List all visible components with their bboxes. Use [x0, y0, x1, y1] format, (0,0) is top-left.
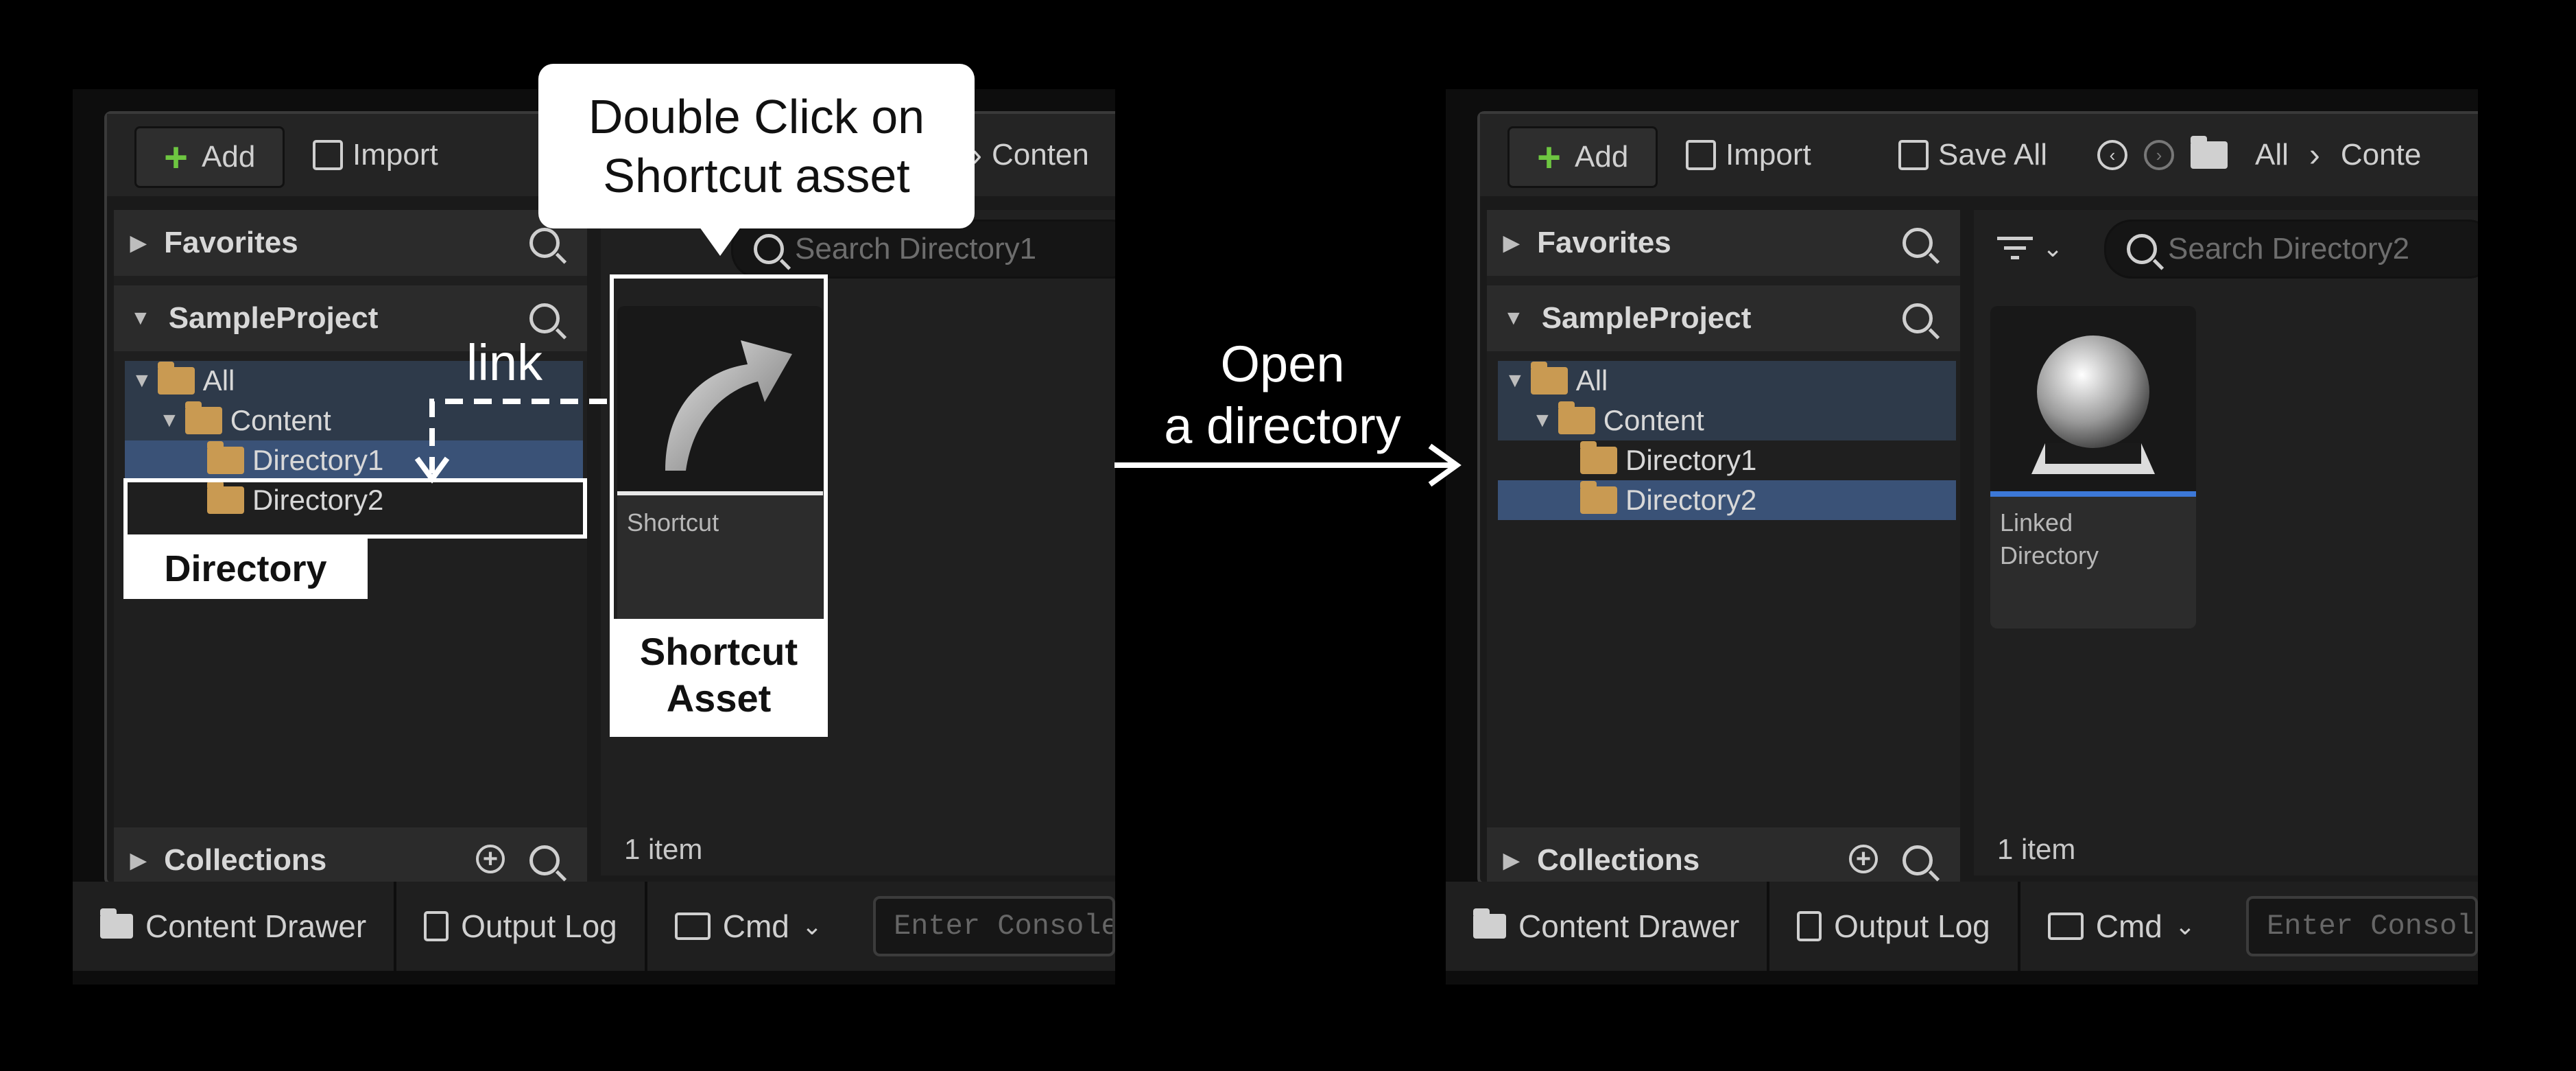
- annotation-arrows: [414, 399, 1462, 487]
- link-label: link: [466, 334, 543, 391]
- open-directory-label: Open a directory: [1164, 336, 1401, 454]
- link-dashed-line: [429, 399, 607, 473]
